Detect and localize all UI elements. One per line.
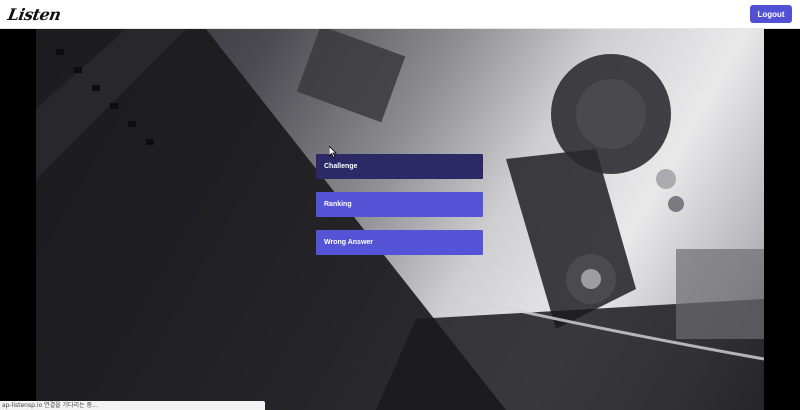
top-navbar: Listen Logout: [0, 0, 800, 29]
challenge-button[interactable]: Challenge: [316, 154, 483, 179]
wrong-answer-button[interactable]: Wrong Answer: [316, 230, 483, 255]
background-stage: Challenge Ranking Wrong Answer: [0, 29, 800, 410]
mouse-cursor-icon: [329, 146, 337, 158]
logo[interactable]: Listen: [6, 5, 62, 24]
main-menu: Challenge Ranking Wrong Answer: [316, 154, 483, 268]
wrong-answer-button-label: Wrong Answer: [324, 239, 374, 246]
challenge-button-label: Challenge: [324, 163, 358, 170]
logout-button[interactable]: Logout: [750, 5, 792, 23]
ranking-button-label: Ranking: [324, 201, 352, 208]
browser-status-bar: ap-listensp.io 연결을 기다리는 중...: [0, 401, 265, 410]
ranking-button[interactable]: Ranking: [316, 192, 483, 217]
